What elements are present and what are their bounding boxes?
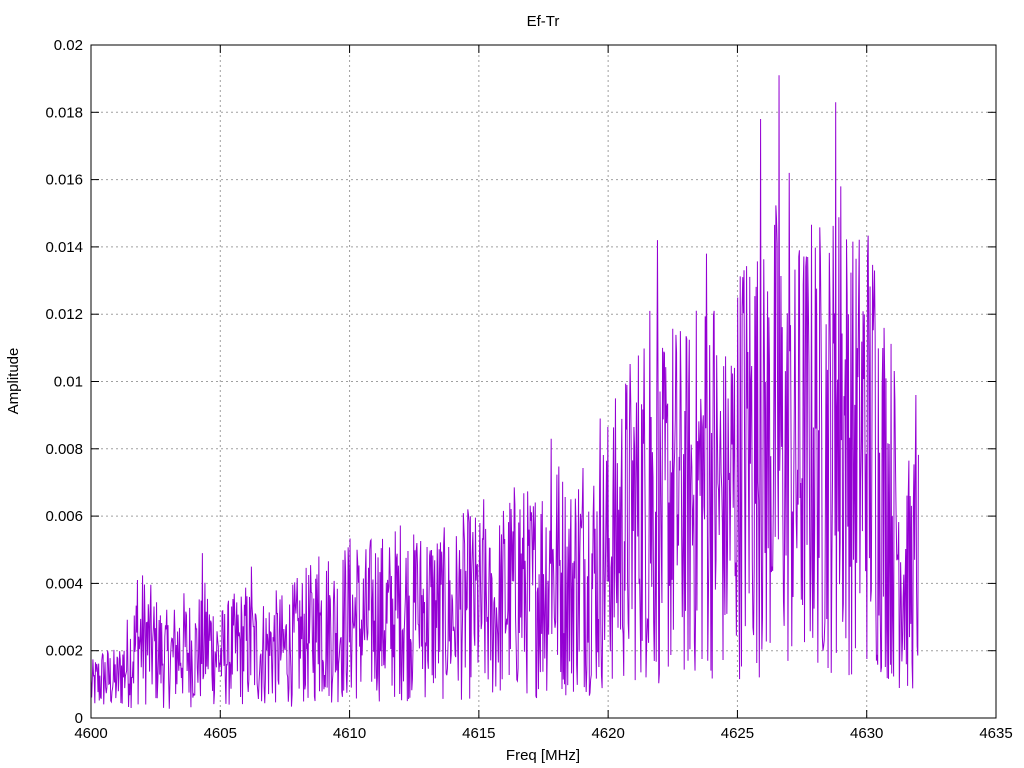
series-line — [90, 75, 919, 709]
y-tick-label: 0 — [75, 710, 83, 727]
x-tick-label: 4610 — [333, 725, 366, 742]
series — [90, 75, 919, 709]
y-tick-label: 0.008 — [45, 441, 83, 458]
x-tick-label: 4630 — [850, 725, 883, 742]
x-tick-label: 4600 — [74, 725, 107, 742]
chart: 4600 4605 4610 4615 4620 4625 4630 4635 0 0.002 0.… — [5, 13, 1013, 764]
x-axis-label: Freq [MHz] — [506, 747, 580, 764]
x-tick-label: 4615 — [462, 725, 495, 742]
x-tick-label: 4620 — [591, 725, 624, 742]
chart-title: Ef-Tr — [527, 13, 560, 30]
y-tick-label: 0.02 — [54, 37, 83, 54]
x-tick-label: 4605 — [204, 725, 237, 742]
x-tick-label: 4635 — [979, 725, 1012, 742]
y-tick-label: 0.006 — [45, 508, 83, 525]
y-tick-label: 0.002 — [45, 643, 83, 660]
y-axis-label: Amplitude — [5, 348, 22, 415]
x-tick-label: 4625 — [721, 725, 754, 742]
y-tick-label: 0.014 — [45, 239, 83, 256]
y-tick-label: 0.004 — [45, 575, 83, 592]
y-tick-label: 0.012 — [45, 306, 83, 323]
y-tick-label: 0.016 — [45, 172, 83, 189]
y-tick-label: 0.018 — [45, 104, 83, 121]
y-tick-label: 0.01 — [54, 374, 83, 391]
